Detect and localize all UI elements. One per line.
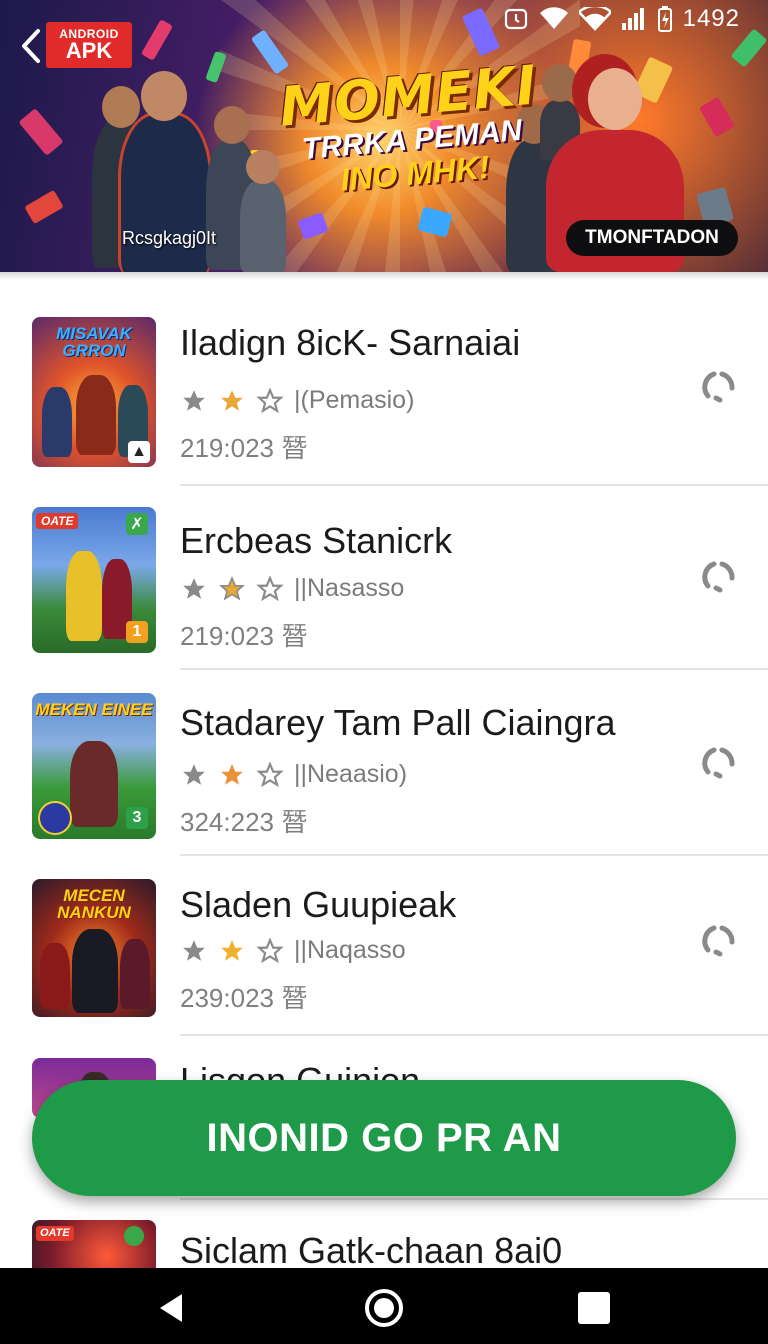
- primary-install-button[interactable]: INONID GO PR AN: [32, 1080, 736, 1196]
- app-rating: |(Pemasio): [180, 386, 414, 415]
- back-button[interactable]: [14, 26, 48, 66]
- star-icon: [183, 577, 205, 599]
- app-thumbnail: OATE ✗ 1: [32, 507, 156, 653]
- app-thumbnail: MISAVAK GRRON ▲: [32, 317, 156, 467]
- list-item[interactable]: MECEN NANKUN Sladen Guupieak ||Naqasso 2…: [0, 862, 768, 1042]
- download-progress-icon[interactable]: [694, 916, 742, 964]
- app-meta: 324:223 朁: [180, 807, 308, 837]
- app-publisher: |(Pemasio): [294, 386, 415, 414]
- app-name[interactable]: Ercbeas Stanicrk: [180, 520, 452, 562]
- hero-banner[interactable]: ANDROID APK 1492 MOMEKI TRRKA PEMAN INO …: [0, 0, 768, 272]
- status-time: 1492: [682, 5, 740, 32]
- app-rating: ||Naqasso: [180, 936, 406, 965]
- download-progress-icon[interactable]: [694, 362, 742, 410]
- app-meta: 219:023 朁: [180, 621, 308, 651]
- battery-icon: [657, 6, 672, 32]
- app-thumbnail: MECEN NANKUN: [32, 879, 156, 1017]
- thumbnail-title: OATE: [36, 513, 79, 529]
- confetti: [730, 28, 768, 68]
- app-name[interactable]: Siclam Gatk-chaan 8ai0: [180, 1230, 562, 1270]
- star-icon: [221, 939, 243, 961]
- confetti: [24, 189, 64, 225]
- app-name[interactable]: Stadarey Tam Pall Ciaingra: [180, 702, 616, 744]
- wifi-icon: [539, 7, 568, 29]
- star-half-icon: [219, 575, 245, 601]
- apk-logo-big: APK: [65, 38, 113, 63]
- app-name[interactable]: Iladign 8icK- Sarnaiai: [180, 322, 520, 364]
- divider: [180, 1198, 768, 1200]
- divider: [180, 668, 768, 670]
- nav-home-icon[interactable]: [362, 1286, 406, 1330]
- star-icon: [183, 939, 205, 961]
- thumbnail-badge: 1: [126, 621, 148, 643]
- thumbnail-title: MISAVAK GRRON: [56, 324, 132, 360]
- banner-shadow: [0, 272, 768, 280]
- alarm-icon: [504, 8, 527, 30]
- app-meta: 219:023 朁: [180, 433, 308, 463]
- confetti: [698, 96, 736, 138]
- list-item[interactable]: MEKEN EINEE 3 Stadarey Tam Pall Ciaingra…: [0, 676, 768, 856]
- app-thumbnail: MEKEN EINEE 3: [32, 693, 156, 839]
- nav-recents-icon[interactable]: [572, 1286, 616, 1330]
- star-outline-icon: [256, 937, 284, 963]
- confetti: [140, 19, 174, 61]
- download-progress-icon[interactable]: [694, 552, 742, 600]
- nav-back-icon[interactable]: [150, 1286, 194, 1330]
- apk-logo: ANDROID APK: [46, 22, 132, 68]
- app-rating: ||Nasasso: [180, 574, 404, 603]
- thumbnail-title: OATE: [36, 1226, 74, 1241]
- list-item[interactable]: OATE ✗ 1 Ercbeas Stanicrk ||Nasasso 219:…: [0, 490, 768, 670]
- app-publisher: ||Nasasso: [294, 574, 405, 602]
- app-publisher: ||Neaasio): [294, 760, 408, 788]
- hero-caption: Rcsgkagj0It: [122, 228, 217, 248]
- thumbnail-badge: ▲: [128, 441, 150, 463]
- app-publisher: ||Naqasso: [294, 936, 406, 964]
- download-progress-icon[interactable]: [694, 738, 742, 786]
- star-outline-icon: [256, 387, 284, 413]
- divider: [180, 1034, 768, 1036]
- app-meta: 239:023 朁: [180, 983, 308, 1013]
- thumbnail-corner: [124, 1226, 144, 1246]
- star-outline-icon: [256, 575, 284, 601]
- status-bar: 1492: [503, 4, 740, 34]
- signal-icon: [621, 8, 644, 30]
- navigation-bar: [0, 1268, 768, 1344]
- divider: [180, 854, 768, 856]
- character-figure: [240, 150, 286, 272]
- list-item[interactable]: MISAVAK GRRON ▲ Iladign 8icK- Sarnaiai |…: [0, 300, 768, 486]
- thumbnail-title: MEKEN EINEE: [35, 700, 153, 719]
- app-rating: ||Neaasio): [180, 760, 407, 789]
- wifi-strength-icon: [578, 7, 611, 31]
- hero-title: MOMEKI TRRKA PEMAN INO MHK!: [276, 53, 546, 203]
- thumbnail-corner: ✗: [126, 513, 148, 535]
- divider: [180, 484, 768, 486]
- star-icon: [183, 763, 205, 785]
- star-icon: [221, 763, 243, 785]
- app-name[interactable]: Sladen Guupieak: [180, 884, 456, 926]
- star-icon: [221, 389, 243, 411]
- back-arrow-icon: [22, 29, 40, 63]
- list-item[interactable]: OATE Siclam Gatk-chaan 8ai0: [0, 1210, 768, 1270]
- hero-cta-button[interactable]: TMONFTADON: [566, 220, 738, 256]
- star-outline-icon: [256, 761, 284, 787]
- thumbnail-badge: 3: [126, 807, 148, 829]
- thumbnail-title: MECEN NANKUN: [57, 886, 131, 922]
- star-icon: [183, 389, 205, 411]
- app-thumbnail: OATE: [32, 1220, 156, 1270]
- confetti: [18, 108, 64, 156]
